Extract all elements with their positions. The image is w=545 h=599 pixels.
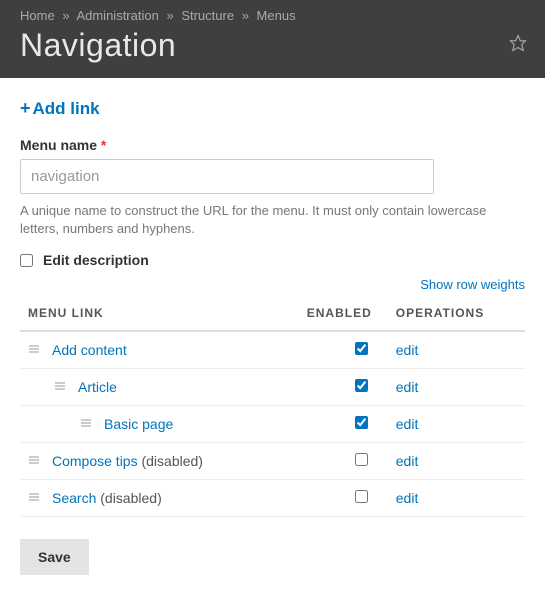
add-link-label: Add link: [33, 99, 100, 119]
disabled-suffix: (disabled): [138, 453, 203, 469]
menu-link-cell: Search (disabled): [28, 490, 263, 506]
breadcrumb: Home » Administration » Structure » Menu…: [20, 8, 525, 23]
add-link-button[interactable]: + Add link: [20, 98, 100, 119]
breadcrumb-item[interactable]: Structure: [181, 8, 234, 23]
drag-handle-icon[interactable]: [54, 379, 68, 395]
menu-link-cell: Article: [28, 379, 263, 395]
page-title: Navigation: [20, 27, 525, 64]
table-row: Article edit: [20, 369, 525, 406]
menu-name-field: Menu name * A unique name to construct t…: [20, 137, 525, 238]
content: + Add link Menu name * A unique name to …: [0, 78, 545, 595]
menu-link-name[interactable]: Basic page: [104, 416, 173, 432]
enabled-checkbox[interactable]: [355, 453, 368, 466]
disabled-suffix: (disabled): [96, 490, 161, 506]
edit-link[interactable]: edit: [396, 416, 419, 432]
menu-name-input[interactable]: [20, 159, 434, 194]
menu-link-name[interactable]: Add content: [52, 342, 127, 358]
edit-description-label: Edit description: [43, 252, 149, 268]
save-button[interactable]: Save: [20, 539, 89, 575]
enabled-checkbox[interactable]: [355, 490, 368, 503]
menu-link-name[interactable]: Search: [52, 490, 96, 506]
edit-link[interactable]: edit: [396, 453, 419, 469]
show-row-weights: Show row weights: [20, 276, 525, 292]
table-row: Compose tips (disabled) edit: [20, 443, 525, 480]
table-row: Add content edit: [20, 331, 525, 369]
star-icon[interactable]: [509, 34, 527, 55]
drag-handle-icon[interactable]: [80, 416, 94, 432]
plus-icon: +: [20, 98, 31, 119]
menu-name-description: A unique name to construct the URL for t…: [20, 202, 525, 238]
breadcrumb-item[interactable]: Administration: [76, 8, 158, 23]
breadcrumb-item[interactable]: Menus: [257, 8, 296, 23]
enabled-checkbox[interactable]: [355, 342, 368, 355]
breadcrumb-sep: »: [62, 8, 69, 23]
edit-link[interactable]: edit: [396, 379, 419, 395]
drag-handle-icon[interactable]: [28, 490, 42, 506]
edit-description-row: Edit description: [20, 252, 525, 268]
breadcrumb-item[interactable]: Home: [20, 8, 55, 23]
edit-link[interactable]: edit: [396, 490, 419, 506]
show-row-weights-link[interactable]: Show row weights: [420, 277, 525, 292]
breadcrumb-sep: »: [242, 8, 249, 23]
table-row: Basic page edit: [20, 406, 525, 443]
menu-link-name[interactable]: Compose tips: [52, 453, 138, 469]
enabled-checkbox[interactable]: [355, 379, 368, 392]
edit-description-checkbox[interactable]: [20, 254, 33, 267]
menu-link-cell: Compose tips (disabled): [28, 453, 263, 469]
enabled-checkbox[interactable]: [355, 416, 368, 429]
edit-link[interactable]: edit: [396, 342, 419, 358]
table-row: Search (disabled) edit: [20, 480, 525, 517]
page-header: Home » Administration » Structure » Menu…: [0, 0, 545, 78]
breadcrumb-sep: »: [166, 8, 173, 23]
th-operations: OPERATIONS: [388, 296, 525, 331]
drag-handle-icon[interactable]: [28, 453, 42, 469]
menu-links-table: MENU LINK ENABLED OPERATIONS Add content…: [20, 296, 525, 517]
drag-handle-icon[interactable]: [28, 342, 42, 358]
menu-link-cell: Add content: [28, 342, 263, 358]
menu-name-label: Menu name *: [20, 137, 525, 153]
menu-link-cell: Basic page: [28, 416, 263, 432]
th-menu-link: MENU LINK: [20, 296, 271, 331]
menu-link-name[interactable]: Article: [78, 379, 117, 395]
th-enabled: ENABLED: [271, 296, 388, 331]
required-mark: *: [101, 137, 106, 153]
